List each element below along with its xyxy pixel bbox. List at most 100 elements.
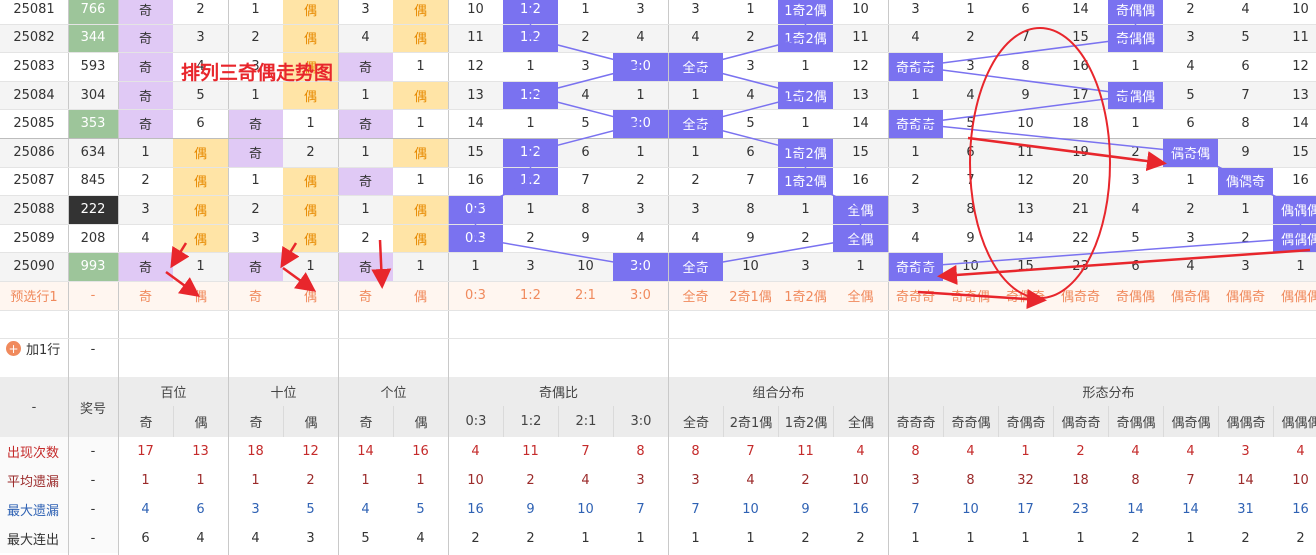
stat-value: 6 xyxy=(196,502,205,517)
trend-cell: 奇奇奇 xyxy=(888,252,943,281)
trend-cell: 1 xyxy=(448,252,503,281)
stat-value: 3 xyxy=(251,502,260,517)
issue-number: 25085 xyxy=(0,109,68,138)
preselect-cell[interactable]: 全奇 xyxy=(668,281,723,310)
stat-dash: - xyxy=(68,466,118,495)
stat-value: 2 xyxy=(471,531,480,546)
preselect-cell[interactable]: 偶偶偶 xyxy=(1273,281,1316,310)
trend-cell: 6 xyxy=(1108,252,1163,281)
header-sub: 全奇 xyxy=(668,406,723,437)
preselect-cell[interactable]: 1:2 xyxy=(503,281,558,310)
preselect-cell[interactable]: 偶奇奇 xyxy=(1053,281,1108,310)
preselect-cell[interactable]: 2:1 xyxy=(558,281,613,310)
trend-cell: 1 xyxy=(393,109,448,138)
trend-cell: 8 xyxy=(723,195,778,224)
trend-cell: 奇 xyxy=(118,80,173,110)
stat-value: 12 xyxy=(302,444,319,459)
trend-cell: 9 xyxy=(558,223,613,253)
stat-value: 1 xyxy=(636,531,645,546)
preselect-cell[interactable]: 偶奇偶 xyxy=(1163,281,1218,310)
trend-cell: 4 xyxy=(338,23,393,53)
trend-cell: 10 xyxy=(833,0,888,24)
stat-value: 1 xyxy=(1021,531,1030,546)
trend-cell: 14 xyxy=(998,223,1053,253)
header-sub: 奇奇奇 xyxy=(888,406,943,437)
trend-cell: 6 xyxy=(173,109,228,138)
preselect-cell[interactable]: 奇 xyxy=(338,281,393,310)
preselect-cell[interactable]: 奇奇奇 xyxy=(888,281,943,310)
chart-title-annotation: 排列三奇偶走势图 xyxy=(181,62,334,84)
trend-cell: 10 xyxy=(943,252,998,281)
trend-cell: 16 xyxy=(833,166,888,196)
preselect-cell[interactable]: 奇 xyxy=(118,281,173,310)
trend-cell: 13 xyxy=(1273,80,1316,110)
trend-cell: 4 xyxy=(613,23,668,53)
draw-number: 766 xyxy=(68,0,118,24)
preselect-cell[interactable]: 奇偶偶 xyxy=(1108,281,1163,310)
column-divider xyxy=(448,0,449,555)
stat-value: 3 xyxy=(691,473,700,488)
trend-cell: 偶 xyxy=(393,138,448,167)
trend-cell: 5 xyxy=(943,109,998,138)
trend-cell: 3 xyxy=(943,52,998,81)
preselect-cell[interactable]: 偶 xyxy=(283,281,338,310)
preselect-cell[interactable]: 奇奇偶 xyxy=(943,281,998,310)
trend-cell: 1:2 xyxy=(503,166,558,196)
preselect-cell[interactable]: 0:3 xyxy=(448,281,503,310)
row-divider xyxy=(0,195,1316,197)
stat-value: 4 xyxy=(581,473,590,488)
preselect-cell[interactable]: 奇偶奇 xyxy=(998,281,1053,310)
header-group: 组合分布 xyxy=(668,377,888,406)
preselect-cell[interactable]: 1奇2偶 xyxy=(778,281,833,310)
trend-cell: 10 xyxy=(723,252,778,281)
preselect-cell[interactable]: 偶 xyxy=(173,281,228,310)
trend-cell: 1:2 xyxy=(503,23,558,53)
trend-cell: 偶 xyxy=(173,195,228,224)
trend-cell: 4 xyxy=(118,223,173,253)
header-sub: 偶偶奇 xyxy=(1218,406,1273,437)
stat-value: 3 xyxy=(1241,444,1250,459)
trend-cell: 9 xyxy=(998,80,1053,110)
stat-value: 2 xyxy=(801,531,810,546)
stat-value: 7 xyxy=(911,502,920,517)
column-divider xyxy=(68,0,69,555)
preselect-cell[interactable]: 偶 xyxy=(393,281,448,310)
preselect-cell[interactable]: 奇 xyxy=(228,281,283,310)
trend-cell: 2 xyxy=(1108,138,1163,167)
trend-cell: 奇 xyxy=(118,109,173,138)
preselect-cell[interactable]: 全偶 xyxy=(833,281,888,310)
column-divider xyxy=(888,0,889,555)
preselect-cell[interactable]: 3:0 xyxy=(613,281,668,310)
row-divider xyxy=(0,252,1316,254)
stat-value: 1 xyxy=(196,473,205,488)
trend-cell: 1 xyxy=(283,109,338,138)
preselect-cell[interactable]: 2奇1偶 xyxy=(723,281,778,310)
trend-cell: 偶 xyxy=(283,23,338,53)
trend-cell: 偶 xyxy=(173,223,228,253)
add-row-button[interactable]: + 加1行 xyxy=(6,339,60,358)
preselect-cell[interactable]: 偶偶奇 xyxy=(1218,281,1273,310)
trend-cell: 0:3 xyxy=(448,195,503,224)
trend-cell: 8 xyxy=(1218,109,1273,138)
trend-cell: 2 xyxy=(1163,195,1218,224)
header-group: 奇偶比 xyxy=(448,377,668,406)
trend-cell: 奇 xyxy=(118,252,173,281)
draw-number: 353 xyxy=(68,109,118,138)
trend-cell: 1 xyxy=(888,80,943,110)
trend-cell: 5 xyxy=(1163,80,1218,110)
trend-cell: 奇 xyxy=(338,52,393,81)
trend-cell: 1 xyxy=(338,80,393,110)
trend-cell: 3 xyxy=(1218,252,1273,281)
stat-value: 18 xyxy=(1072,473,1089,488)
trend-cell: 18 xyxy=(1053,109,1108,138)
trend-cell: 7 xyxy=(998,23,1053,53)
trend-cell: 4 xyxy=(1163,252,1218,281)
stat-value: 7 xyxy=(691,502,700,517)
stat-value: 10 xyxy=(852,473,869,488)
stat-value: 16 xyxy=(467,502,484,517)
trend-cell: 1 xyxy=(778,195,833,224)
trend-cell: 偶 xyxy=(283,166,338,196)
trend-cell: 偶 xyxy=(283,195,338,224)
trend-cell: 全奇 xyxy=(668,52,723,81)
stat-label: 平均遗漏 xyxy=(0,466,68,495)
